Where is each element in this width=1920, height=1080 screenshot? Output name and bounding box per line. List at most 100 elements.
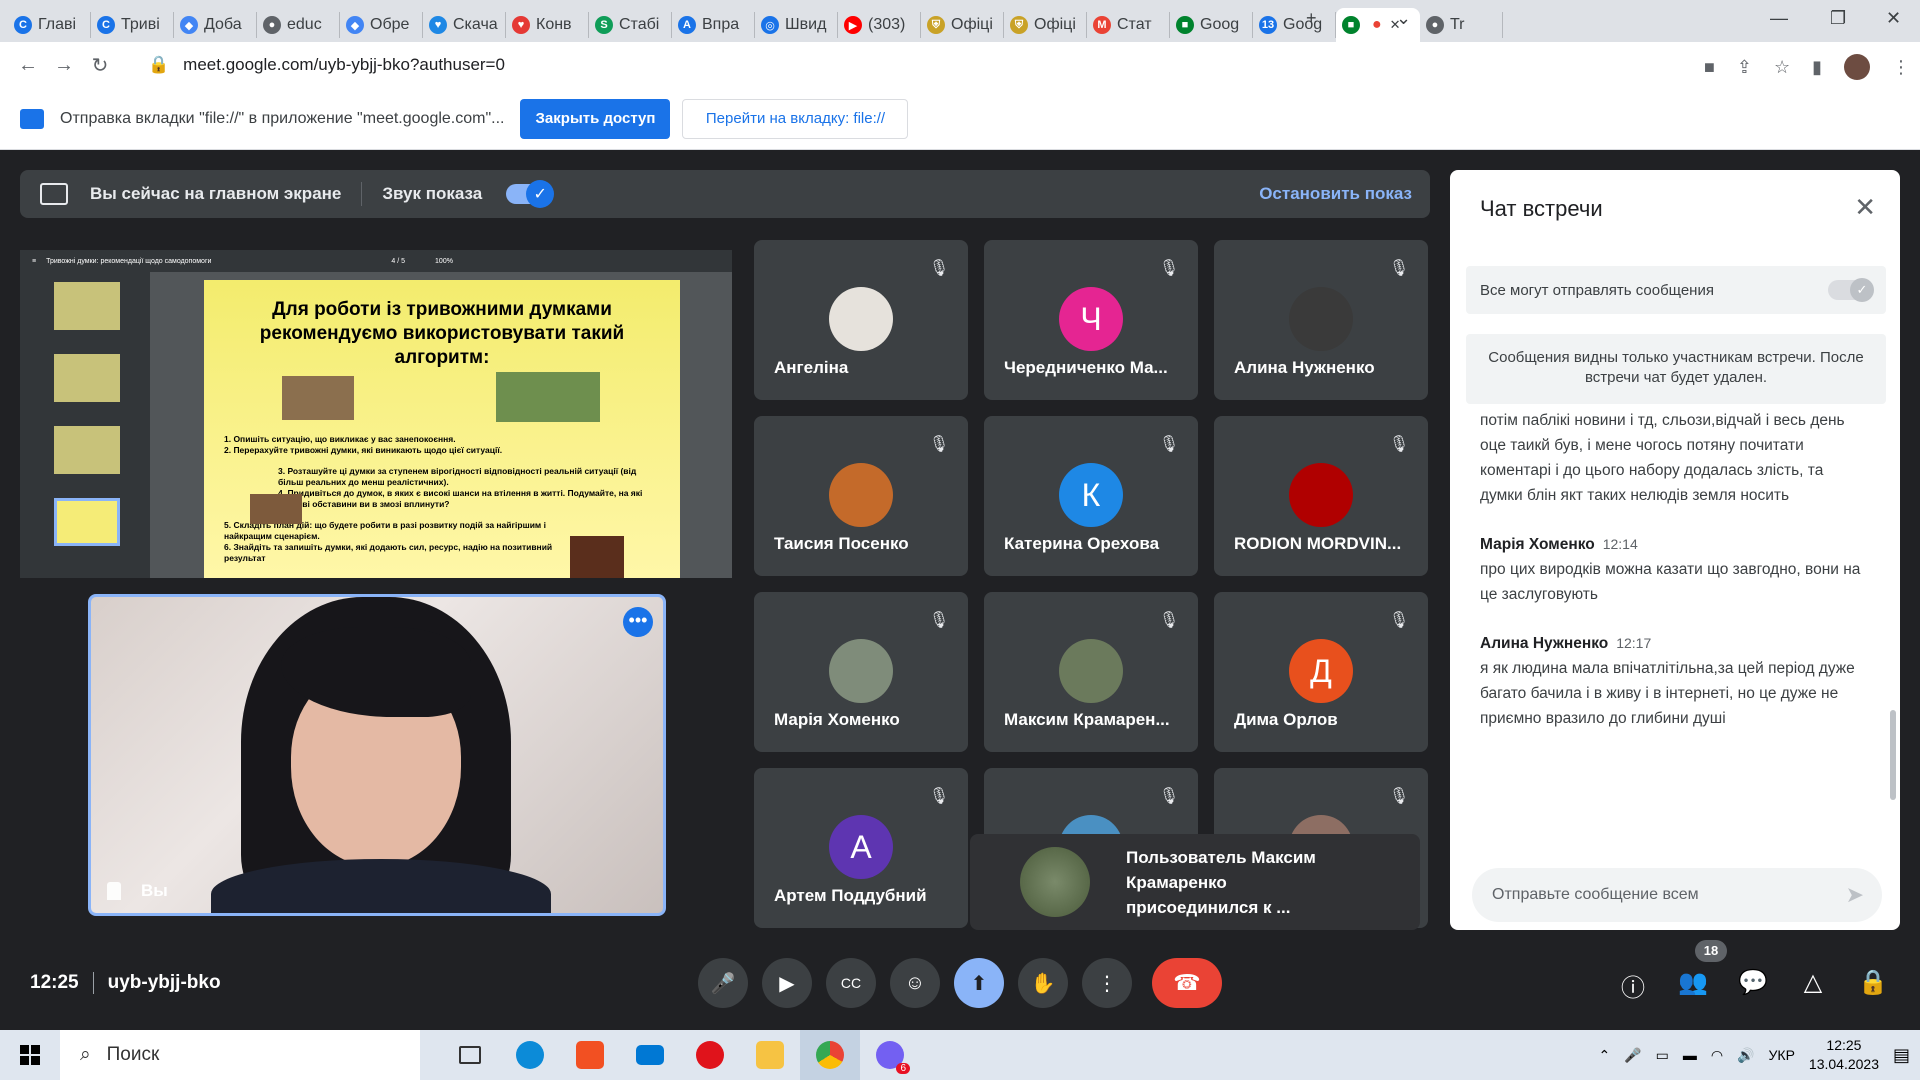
thumbnail-current[interactable] bbox=[54, 498, 120, 546]
tab-search-icon[interactable]: ⌄ bbox=[1396, 8, 1411, 29]
mail-icon[interactable] bbox=[620, 1030, 680, 1080]
more-options-icon[interactable]: ••• bbox=[623, 607, 653, 637]
participant-tile[interactable]: 🎙 Д Дима Орлов bbox=[1214, 592, 1428, 752]
browser-tab[interactable]: ▶ (303) bbox=[838, 12, 921, 38]
people-icon[interactable]: 👥 bbox=[1678, 968, 1708, 997]
emoji-button[interactable]: ☺ bbox=[890, 958, 940, 1008]
host-controls-icon[interactable]: 🔒 bbox=[1858, 968, 1888, 997]
participant-tile[interactable]: 🎙 Максим Крамарен... bbox=[984, 592, 1198, 752]
browser-tab[interactable]: ■ Goog bbox=[1170, 12, 1253, 38]
wifi-icon[interactable]: ◠ bbox=[1711, 1047, 1723, 1064]
close-window-button[interactable]: ✕ bbox=[1886, 8, 1901, 29]
more-options-button[interactable]: ⋮ bbox=[1082, 958, 1132, 1008]
thumbnail[interactable] bbox=[54, 282, 120, 330]
captions-button[interactable]: CC bbox=[826, 958, 876, 1008]
taskbar-search[interactable]: ⌕ Поиск bbox=[60, 1030, 420, 1080]
chat-scrollbar[interactable] bbox=[1890, 710, 1896, 800]
start-button[interactable] bbox=[0, 1045, 60, 1065]
reload-button[interactable]: ↻ bbox=[82, 53, 118, 78]
participant-tile[interactable]: 🎙 Ч Чередниченко Ма... bbox=[984, 240, 1198, 400]
present-screen-icon bbox=[40, 183, 68, 205]
sound-toggle[interactable]: ✓ bbox=[506, 180, 555, 208]
browser-tab[interactable]: A Впра bbox=[672, 12, 755, 38]
pin-icon[interactable] bbox=[107, 882, 121, 900]
store-icon[interactable] bbox=[560, 1030, 620, 1080]
edge-icon[interactable] bbox=[500, 1030, 560, 1080]
chrome-icon[interactable] bbox=[800, 1030, 860, 1080]
chat-icon[interactable]: 💬 bbox=[1738, 968, 1768, 997]
browser-tab[interactable]: ◆ Обре bbox=[340, 12, 423, 38]
browser-tab[interactable]: ● Tr bbox=[1420, 12, 1503, 38]
close-access-button[interactable]: Закрыть доступ bbox=[520, 98, 671, 139]
task-view-icon[interactable] bbox=[440, 1030, 500, 1080]
thumbnail[interactable] bbox=[54, 426, 120, 474]
raise-hand-button[interactable]: ✋ bbox=[1018, 958, 1068, 1008]
browser-tab[interactable]: ⛨ Офіці bbox=[921, 12, 1004, 38]
slide-image bbox=[570, 536, 624, 578]
everyone-can-send-label: Все могут отправлять сообщения bbox=[1480, 281, 1714, 299]
language-indicator[interactable]: УКР bbox=[1769, 1047, 1795, 1063]
file-explorer-icon[interactable] bbox=[740, 1030, 800, 1080]
microphone-button[interactable]: 🎤 bbox=[698, 958, 748, 1008]
participant-tile[interactable]: 🎙 Таисия Посенко bbox=[754, 416, 968, 576]
volume-icon[interactable]: 🔊 bbox=[1737, 1047, 1754, 1064]
browser-menu-icon[interactable]: ⋮ bbox=[1892, 57, 1910, 78]
hidden-icons-chevron[interactable]: ⌃ bbox=[1598, 1047, 1610, 1064]
browser-tab[interactable]: M Стат bbox=[1087, 12, 1170, 38]
profile-avatar[interactable] bbox=[1844, 54, 1870, 80]
browser-tab[interactable]: C Главі bbox=[8, 12, 91, 38]
share-icon[interactable]: ⇪ bbox=[1737, 57, 1752, 78]
participant-tile[interactable]: 🎙 К Катерина Орехова bbox=[984, 416, 1198, 576]
participant-tile[interactable]: 🎙 Марія Хоменко bbox=[754, 592, 968, 752]
join-notification: Пользователь Максим Крамаренко присоедин… bbox=[970, 834, 1420, 930]
thumbnail[interactable] bbox=[54, 354, 120, 402]
forward-button[interactable]: → bbox=[46, 54, 82, 77]
pdf-title: Тривожні думки: рекомендації щодо самодо… bbox=[46, 257, 212, 265]
meeting-info-icon[interactable]: ⓘ bbox=[1618, 968, 1648, 1003]
new-tab-button[interactable]: + bbox=[1306, 8, 1317, 29]
tab-favicon-icon: 13 bbox=[1259, 16, 1277, 34]
notifications-icon[interactable]: ▤ bbox=[1893, 1045, 1910, 1066]
participant-tile[interactable]: 🎙 Алина Нужненко bbox=[1214, 240, 1428, 400]
slide-step: 3. Розташуйте ці думки за ступенем вірог… bbox=[278, 466, 637, 487]
close-chat-icon[interactable]: ✕ bbox=[1854, 192, 1876, 223]
participant-tile[interactable]: 🎙 Ангеліна bbox=[754, 240, 968, 400]
browser-tab[interactable]: ⛨ Офіці bbox=[1004, 12, 1087, 38]
back-button[interactable]: ← bbox=[10, 54, 46, 77]
url-field[interactable]: 🔒 meet.google.com/uyb-ybjj-bko?authuser=0 bbox=[148, 55, 505, 75]
battery-icon[interactable]: ▬ bbox=[1683, 1047, 1697, 1063]
chat-input[interactable]: Отправьте сообщение всем ➤ bbox=[1472, 868, 1882, 922]
browser-tab[interactable]: S Стабі bbox=[589, 12, 672, 38]
minimize-button[interactable]: — bbox=[1770, 8, 1788, 29]
participant-avatar: Ч bbox=[1059, 287, 1123, 351]
participant-tile[interactable]: 🎙 А Артем Поддубний bbox=[754, 768, 968, 928]
slide-step: 1. Опишіть ситуацію, що викликає у вас з… bbox=[224, 434, 456, 444]
browser-tab[interactable]: ♥ Конв bbox=[506, 12, 589, 38]
browser-tab[interactable]: ♥ Скача bbox=[423, 12, 506, 38]
browser-tab[interactable]: C Триві bbox=[91, 12, 174, 38]
microphone-tray-icon[interactable]: 🎤 bbox=[1624, 1047, 1641, 1064]
activities-icon[interactable]: △ bbox=[1798, 968, 1828, 997]
browser-tab[interactable]: ◆ Доба bbox=[174, 12, 257, 38]
restore-button[interactable]: ❐ bbox=[1830, 8, 1846, 29]
viber-icon[interactable]: 6 bbox=[860, 1030, 920, 1080]
send-icon[interactable]: ➤ bbox=[1846, 882, 1864, 908]
present-button[interactable]: ⬆ bbox=[954, 958, 1004, 1008]
browser-tab[interactable]: ◎ Швид bbox=[755, 12, 838, 38]
display-tray-icon[interactable]: ▭ bbox=[1656, 1047, 1669, 1064]
camera-in-use-icon[interactable]: ■ bbox=[1704, 57, 1715, 78]
browser-tab[interactable]: 13 Goog bbox=[1253, 12, 1336, 38]
participant-tile[interactable]: 🎙 RODION MORDVIN... bbox=[1214, 416, 1428, 576]
go-to-tab-button[interactable]: Перейти на вкладку: file:// bbox=[682, 98, 909, 139]
opera-icon[interactable] bbox=[680, 1030, 740, 1080]
menu-icon[interactable]: ≡ bbox=[32, 258, 36, 265]
camera-button[interactable]: ▶ bbox=[762, 958, 812, 1008]
taskbar-clock[interactable]: 12:25 13.04.2023 bbox=[1809, 1036, 1879, 1074]
self-video-tile[interactable]: ••• Вы bbox=[88, 594, 666, 916]
side-panel-icon[interactable]: ▮ bbox=[1812, 57, 1822, 78]
everyone-can-send-toggle[interactable]: ✓ bbox=[1828, 278, 1874, 302]
leave-call-button[interactable]: ☎ bbox=[1152, 958, 1222, 1008]
browser-tab[interactable]: ● educ bbox=[257, 12, 340, 38]
stop-presenting-button[interactable]: Остановить показ bbox=[1259, 184, 1412, 204]
bookmark-star-icon[interactable]: ☆ bbox=[1774, 57, 1790, 78]
